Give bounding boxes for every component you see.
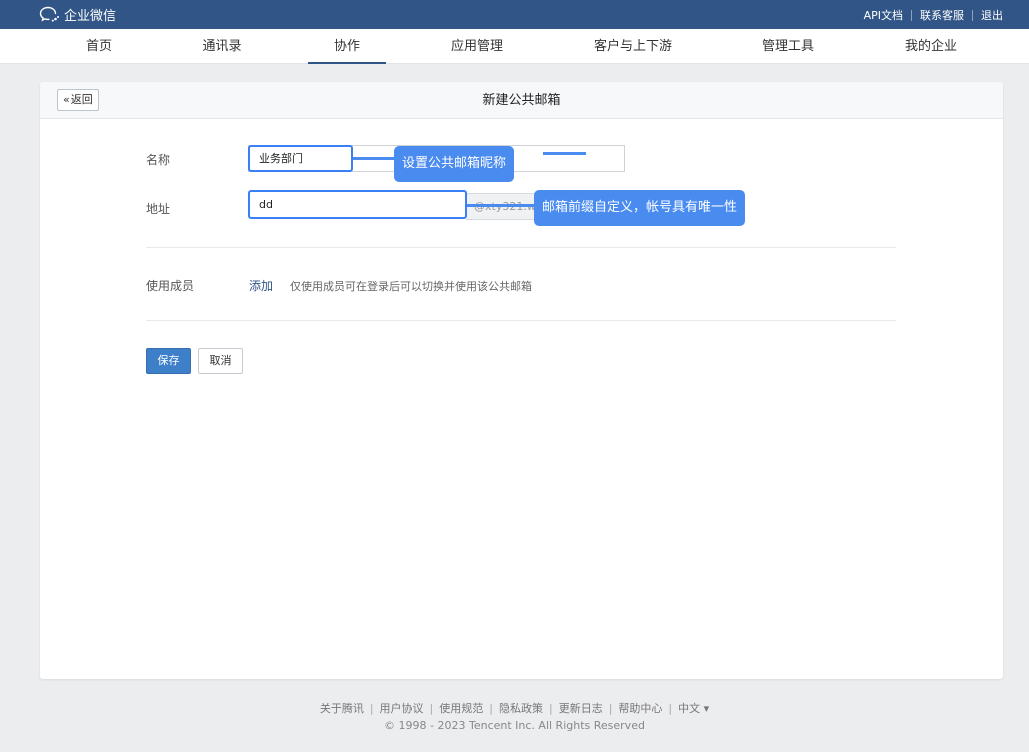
cancel-button[interactable]: 取消 [198, 348, 243, 374]
add-members-link[interactable]: 添加 [249, 277, 273, 294]
members-hint: 仅使用成员可在登录后可以切换并使用该公共邮箱 [290, 280, 532, 293]
address-input[interactable]: dd [248, 190, 467, 219]
language-select[interactable]: 中文 ▾ [678, 702, 709, 715]
footer-link-rules[interactable]: 使用规范 [439, 702, 483, 715]
nav-item-app-management[interactable]: 应用管理 [438, 29, 516, 64]
nav-item-my-company[interactable]: 我的企业 [892, 29, 970, 64]
address-tip-connector [467, 204, 535, 207]
api-docs-link[interactable]: API文档 [864, 7, 903, 23]
nav-item-home[interactable]: 首页 [60, 29, 138, 64]
contact-support-link[interactable]: 联系客服 [920, 7, 964, 23]
create-mailbox-panel: « 返回 新建公共邮箱 名称 业务部门 地址 @xty321.w dd 使用成员… [40, 82, 1003, 679]
name-input[interactable]: 业务部门 [248, 145, 353, 172]
nav-item-contacts[interactable]: 通讯录 [183, 29, 261, 64]
footer-link-agreement[interactable]: 用户协议 [380, 702, 424, 715]
nav-item-tools[interactable]: 管理工具 [749, 29, 827, 64]
divider: | [608, 702, 613, 715]
footer-link-changelog[interactable]: 更新日志 [559, 702, 603, 715]
footer-link-about[interactable]: 关于腾讯 [320, 702, 364, 715]
divider: | [369, 702, 374, 715]
divider: | [668, 702, 673, 715]
divider [146, 320, 896, 321]
members-label: 使用成员 [146, 279, 195, 293]
footer-link-privacy[interactable]: 隐私政策 [499, 702, 543, 715]
divider: | [548, 702, 553, 715]
top-links: API文档 联系客服 退出 [864, 7, 1003, 23]
divider [972, 9, 973, 21]
save-button[interactable]: 保存 [146, 348, 191, 374]
brand-logo[interactable]: 企业微信 [39, 5, 116, 24]
footer-links: 关于腾讯 | 用户协议 | 使用规范 | 隐私政策 | 更新日志 | 帮助中心 | 中文 ▾ [0, 700, 1029, 716]
name-tip-connector [353, 157, 395, 160]
copyright: © 1998 - 2023 Tencent Inc. All Rights Re… [384, 719, 645, 732]
footer-link-help[interactable]: 帮助中心 [618, 702, 662, 715]
nav-item-customers[interactable]: 客户与上下游 [584, 29, 682, 64]
name-tooltip: 设置公共邮箱昵称 [394, 146, 515, 182]
divider: | [489, 702, 493, 715]
address-tooltip: 邮箱前缀自定义，帐号具有唯一性 [534, 190, 746, 226]
panel-header: « 返回 新建公共邮箱 [40, 82, 1003, 119]
nav-item-collaboration[interactable]: 协作 [308, 29, 386, 64]
divider: | [429, 702, 434, 715]
name-tip-connector-right [543, 152, 586, 155]
divider [146, 247, 896, 248]
logout-link[interactable]: 退出 [981, 7, 1003, 23]
page-title: 新建公共邮箱 [482, 93, 561, 108]
address-label: 地址 [146, 202, 171, 216]
top-bar: 企业微信 API文档 联系客服 退出 [0, 0, 1029, 29]
name-label: 名称 [146, 153, 171, 167]
divider [911, 9, 912, 21]
wecom-logo-icon [39, 6, 59, 22]
brand-name: 企业微信 [64, 9, 117, 24]
main-nav: 首页 通讯录 协作 应用管理 客户与上下游 管理工具 我的企业 [0, 29, 1029, 64]
